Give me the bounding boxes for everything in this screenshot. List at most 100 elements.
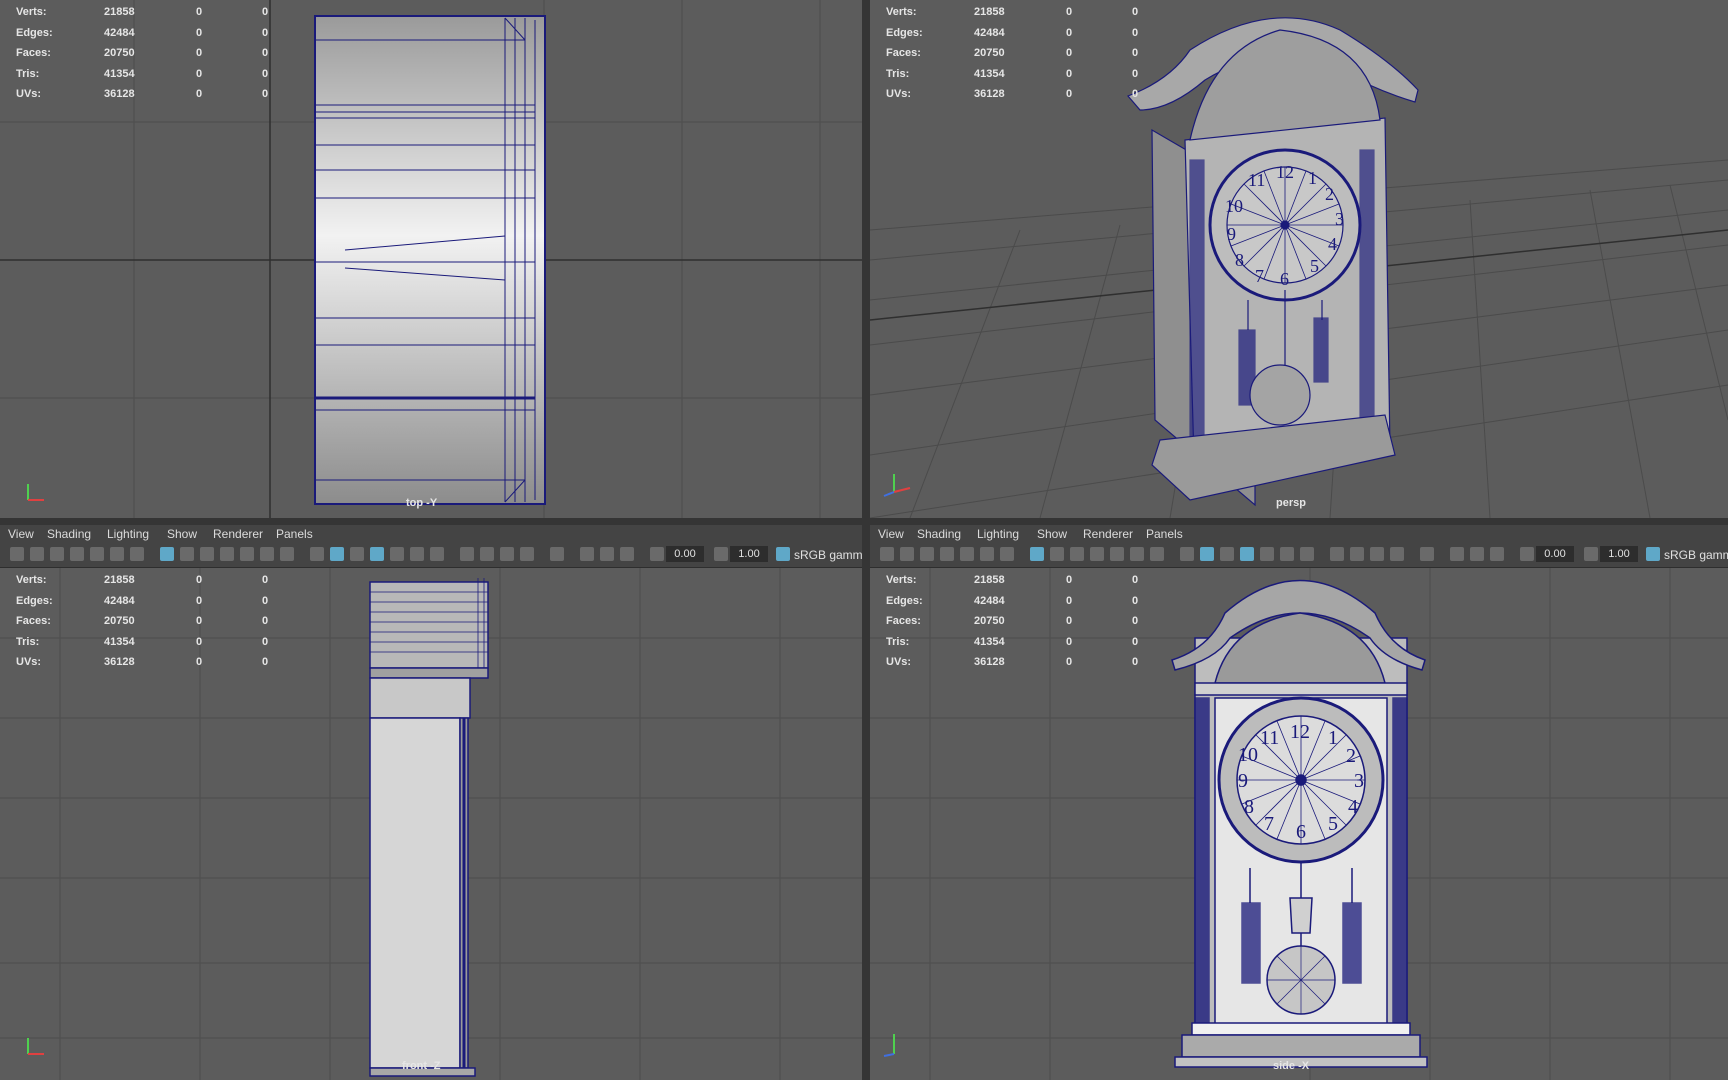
safe-title-icon[interactable] [280,547,294,561]
safe-action-icon[interactable] [260,547,274,561]
motion-blur-icon[interactable] [480,547,494,561]
menu-renderer[interactable]: Renderer [1083,527,1133,541]
menu-view[interactable]: View [878,527,904,541]
exposure-field[interactable]: 0.00 [666,546,704,562]
xray-icon[interactable] [580,547,594,561]
gamma-icon[interactable] [714,547,728,561]
film-gate-icon[interactable] [180,547,194,561]
depth-of-field-icon[interactable] [520,547,534,561]
camera-label: persp [1276,497,1306,509]
camera-attributes-icon[interactable] [920,547,934,561]
menu-show[interactable]: Show [1037,527,1067,541]
color-management-icon[interactable] [776,547,790,561]
menu-renderer[interactable]: Renderer [213,527,263,541]
svg-text:12: 12 [1290,721,1310,743]
exposure-field[interactable]: 0.00 [1536,546,1574,562]
grease-pencil-icon[interactable] [1000,547,1014,561]
wireframe-icon[interactable] [310,547,324,561]
menu-panels[interactable]: Panels [1146,527,1183,541]
field-chart-icon[interactable] [240,547,254,561]
grid-icon[interactable] [160,547,174,561]
motion-blur-icon[interactable] [1350,547,1364,561]
xray-components-icon[interactable] [620,547,634,561]
xray-components-icon[interactable] [1490,547,1504,561]
svg-text:7: 7 [1255,266,1264,286]
xray-joints-icon[interactable] [1470,547,1484,561]
exposure-icon[interactable] [650,547,664,561]
color-space-dropdown[interactable]: sRGB gamm [794,548,863,562]
xray-joints-icon[interactable] [600,547,614,561]
default-material-icon[interactable] [350,547,364,561]
viewport-top[interactable]: Verts: 21858 0 0 Edges: 42484 0 0 Faces: 20750 0… [0,0,862,518]
grease-pencil-icon[interactable] [130,547,144,561]
anti-aliasing-icon[interactable] [1370,547,1384,561]
color-space-dropdown[interactable]: sRGB gamm [1664,548,1728,562]
safe-action-icon[interactable] [1130,547,1144,561]
bookmark-icon[interactable] [940,547,954,561]
image-plane-icon[interactable] [90,547,104,561]
menu-show[interactable]: Show [167,527,197,541]
camera-lock-icon[interactable] [30,547,44,561]
2d-pan-icon[interactable] [110,547,124,561]
wireframe-on-shaded-icon[interactable] [1240,547,1254,561]
2d-pan-icon[interactable] [980,547,994,561]
resolution-gate-icon[interactable] [1070,547,1084,561]
film-gate-icon[interactable] [1050,547,1064,561]
vertical-panel-divider[interactable] [862,0,870,1080]
screen-space-ao-icon[interactable] [460,547,474,561]
safe-title-icon[interactable] [1150,547,1164,561]
color-management-icon[interactable] [1646,547,1660,561]
menu-lighting[interactable]: Lighting [977,527,1019,541]
camera-icon[interactable] [10,547,24,561]
camera-icon[interactable] [880,547,894,561]
isolate-icon[interactable] [1420,547,1434,561]
wireframe-on-shaded-icon[interactable] [370,547,384,561]
svg-text:12: 12 [1276,162,1294,182]
svg-text:5: 5 [1310,256,1319,276]
resolution-gate-icon[interactable] [200,547,214,561]
shadows-icon[interactable] [430,547,444,561]
gamma-field[interactable]: 1.00 [730,546,768,562]
panel-menubar: View Shading Lighting Show Renderer Pane… [870,525,1728,543]
stats-hud: Verts: 21858 0 0 Edges: 42484 0 0 Faces: 20750 0… [16,6,269,101]
horizontal-panel-divider[interactable] [0,518,1728,525]
bookmark-icon[interactable] [70,547,84,561]
anti-aliasing-icon[interactable] [500,547,514,561]
screen-space-ao-icon[interactable] [1330,547,1344,561]
menu-lighting[interactable]: Lighting [107,527,149,541]
grid-icon[interactable] [1030,547,1044,561]
menu-shading[interactable]: Shading [917,527,961,541]
light-icon[interactable] [410,547,424,561]
viewport-persp[interactable]: 12 1 2 3 4 5 6 7 8 9 10 11 Verts: 21858 0 0… [870,0,1728,518]
shadows-icon[interactable] [1300,547,1314,561]
isolate-icon[interactable] [550,547,564,561]
gamma-icon[interactable] [1584,547,1598,561]
svg-text:11: 11 [1260,727,1279,749]
viewport-front[interactable]: Verts: 21858 0 0 Edges: 42484 0 0 Faces: 20750 0… [0,568,862,1080]
wireframe-icon[interactable] [1180,547,1194,561]
depth-of-field-icon[interactable] [1390,547,1404,561]
texture-icon[interactable] [1260,547,1274,561]
image-plane-icon[interactable] [960,547,974,561]
svg-text:6: 6 [1280,269,1289,289]
field-chart-icon[interactable] [1110,547,1124,561]
texture-icon[interactable] [390,547,404,561]
menu-panels[interactable]: Panels [276,527,313,541]
viewport-side[interactable]: 12 1 2 3 4 5 6 7 8 9 10 11 Verts: 21858 0 0… [870,568,1728,1080]
svg-text:4: 4 [1328,234,1337,254]
menu-shading[interactable]: Shading [47,527,91,541]
smooth-shade-icon[interactable] [330,547,344,561]
gate-mask-icon[interactable] [220,547,234,561]
camera-lock-icon[interactable] [900,547,914,561]
camera-attributes-icon[interactable] [50,547,64,561]
stats-hud: Verts: 21858 0 0 Edges: 42484 0 0 Faces: 20750 0… [886,6,1139,101]
light-icon[interactable] [1280,547,1294,561]
menu-view[interactable]: View [8,527,34,541]
gamma-field[interactable]: 1.00 [1600,546,1638,562]
xray-icon[interactable] [1450,547,1464,561]
clock-top-view [314,15,546,505]
gate-mask-icon[interactable] [1090,547,1104,561]
exposure-icon[interactable] [1520,547,1534,561]
smooth-shade-icon[interactable] [1200,547,1214,561]
default-material-icon[interactable] [1220,547,1234,561]
